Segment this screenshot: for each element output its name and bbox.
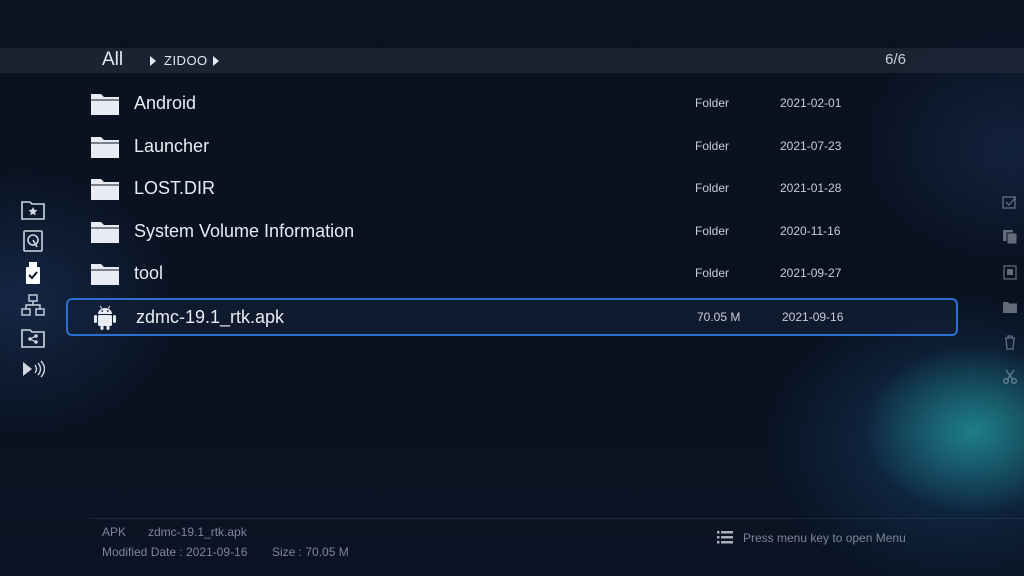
folder-icon	[90, 176, 120, 202]
file-type: Folder	[695, 266, 730, 280]
chevron-right-icon	[213, 56, 219, 66]
paste-icon[interactable]	[1002, 264, 1018, 280]
file-date: 2021-09-16	[782, 310, 844, 324]
cut-icon[interactable]	[1002, 369, 1018, 385]
item-count: 6/6	[885, 51, 906, 68]
file-name: LOST.DIR	[134, 178, 216, 198]
file-name: zdmc-19.1_rtk.apk	[136, 307, 285, 327]
file-date: 2021-07-23	[780, 139, 842, 153]
folder-icon	[90, 134, 120, 160]
file-date: 2021-01-28	[780, 181, 842, 195]
list-item-selected[interactable]: zdmc-19.1_rtk.apk 70.05 M 2021-09-16	[66, 298, 958, 336]
list-item[interactable]: tool Folder 2021-09-27	[66, 255, 958, 293]
file-type: Folder	[695, 96, 730, 110]
file-date: 2020-11-16	[780, 224, 841, 238]
file-name: Android	[134, 93, 197, 113]
file-name: System Volume Information	[134, 221, 355, 241]
modified-date: Modified Date : 2021-09-16	[102, 545, 248, 559]
usb-drive-icon[interactable]	[21, 262, 45, 284]
file-name: Launcher	[134, 136, 210, 156]
hard-disk-icon[interactable]	[21, 230, 45, 252]
folder-icon	[90, 219, 120, 245]
list-item[interactable]: Launcher Folder 2021-07-23	[66, 128, 958, 166]
shared-folder-icon[interactable]	[21, 326, 45, 348]
file-date: 2021-02-01	[780, 96, 842, 110]
favorites-folder-icon[interactable]	[21, 198, 45, 220]
chevron-right-icon	[150, 56, 156, 66]
file-kind: APK	[102, 525, 127, 539]
list-item[interactable]: Android Folder 2021-02-01	[66, 85, 958, 123]
breadcrumb-folder[interactable]: ZIDOO	[164, 53, 208, 68]
network-icon[interactable]	[21, 294, 45, 316]
folder-icon	[90, 261, 120, 287]
breadcrumb-root[interactable]: All	[102, 49, 123, 71]
file-name: tool	[134, 263, 164, 283]
file-type: Folder	[695, 139, 730, 153]
android-icon	[90, 304, 120, 330]
file-type: Folder	[695, 224, 730, 238]
delete-icon[interactable]	[1002, 334, 1018, 350]
move-folder-icon[interactable]	[1002, 299, 1018, 315]
copy-icon[interactable]	[1002, 229, 1018, 245]
list-item[interactable]: System Volume Information Folder 2020-11…	[66, 213, 958, 251]
media-stream-icon[interactable]	[21, 358, 46, 380]
file-date: 2021-09-27	[780, 266, 842, 280]
divider	[90, 518, 1024, 519]
file-size: 70.05 M	[697, 310, 741, 324]
file-name-detail: zdmc-19.1_rtk.apk	[148, 525, 247, 539]
menu-list-icon	[717, 531, 733, 544]
folder-icon	[90, 91, 120, 117]
menu-hint: Press menu key to open Menu	[743, 531, 906, 545]
list-item[interactable]: LOST.DIR Folder 2021-01-28	[66, 170, 958, 208]
file-type: Folder	[695, 181, 730, 195]
file-size-detail: Size : 70.05 M	[272, 545, 349, 559]
select-checkbox-icon[interactable]	[1002, 194, 1018, 210]
